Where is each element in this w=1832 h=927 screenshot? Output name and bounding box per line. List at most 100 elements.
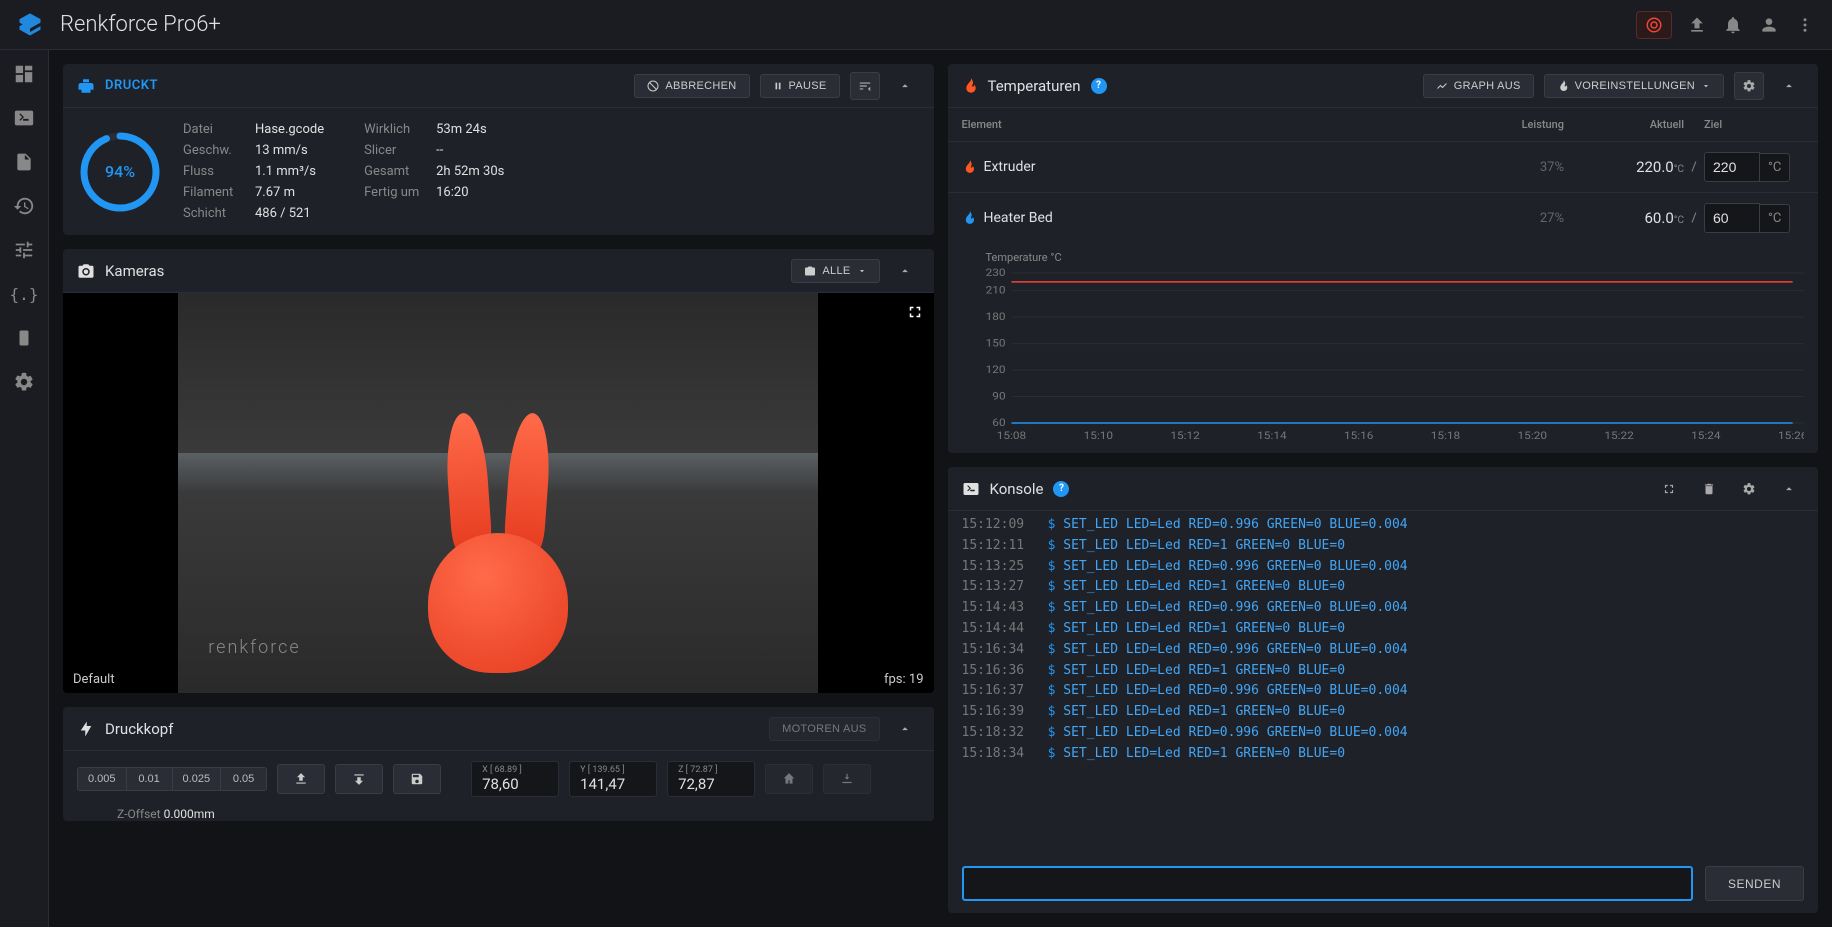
motors-off-button[interactable]: MOTOREN AUS [769, 717, 879, 741]
console-line: 15:14:44 $ SET_LED LED=Led RED=1 GREEN=0… [962, 619, 1805, 640]
nav-history-icon[interactable] [12, 194, 36, 218]
send-button[interactable]: SENDEN [1705, 866, 1804, 901]
nav-tune-icon[interactable] [12, 238, 36, 262]
console-line: 15:12:09 $ SET_LED LED=Led RED=0.996 GRE… [962, 515, 1805, 536]
temp-row: Extruder 37% 220.0°C / °C [948, 141, 1819, 192]
content: DRUCKT ABBRECHEN PAUSE 94% [49, 50, 1832, 927]
collapse-icon[interactable] [890, 72, 920, 100]
svg-text:15:22: 15:22 [1604, 430, 1633, 442]
step-0005[interactable]: 0.005 [77, 767, 127, 791]
console-fullscreen-icon[interactable] [1654, 475, 1684, 503]
reprint-icon[interactable] [850, 72, 880, 100]
nav-settings-icon[interactable] [12, 370, 36, 394]
camera-view[interactable]: renkforce Defaultfps: 19 [63, 293, 934, 693]
user-icon[interactable] [1758, 14, 1780, 36]
nav-system-icon[interactable] [12, 326, 36, 350]
print-slicer: -- [436, 143, 443, 158]
console-line: 15:16:37 $ SET_LED LED=Led RED=0.996 GRE… [962, 681, 1805, 702]
notifications-icon[interactable] [1722, 14, 1744, 36]
z-coord: Z [ 72.87 ]72,87 [667, 761, 755, 797]
svg-text:15:16: 15:16 [1343, 430, 1372, 442]
temp-target: °C [1704, 203, 1804, 233]
y-coord: Y [ 139.65 ]141,47 [569, 761, 657, 797]
menu-icon[interactable] [1794, 14, 1816, 36]
svg-text:210: 210 [985, 285, 1005, 297]
svg-text:60: 60 [992, 417, 1005, 429]
print-speed: 13 mm/s [255, 143, 308, 158]
print-eta: 16:20 [436, 185, 468, 200]
graph-toggle-button[interactable]: GRAPH AUS [1423, 74, 1534, 98]
toolhead-title: Druckkopf [105, 720, 173, 738]
app-logo-icon [16, 11, 44, 39]
console-line: 15:18:34 $ SET_LED LED=Led RED=1 GREEN=0… [962, 744, 1805, 765]
pause-button[interactable]: PAUSE [760, 74, 840, 98]
svg-text:90: 90 [992, 390, 1005, 402]
console-line: 15:13:25 $ SET_LED LED=Led RED=0.996 GRE… [962, 557, 1805, 578]
console-line: 15:13:27 $ SET_LED LED=Led RED=1 GREEN=0… [962, 577, 1805, 598]
camera-collapse-icon[interactable] [890, 257, 920, 285]
nav-config-icon[interactable]: {.} [12, 282, 36, 306]
presets-button[interactable]: VOREINSTELLUNGEN [1544, 74, 1724, 98]
toolhead-panel: Druckkopf MOTOREN AUS 0.005 0.01 0.025 0… [63, 707, 934, 821]
temp-power: 27% [1464, 211, 1564, 226]
console-help-icon[interactable]: ? [1053, 481, 1069, 497]
camera-all-button[interactable]: ALLE [791, 259, 879, 283]
home-xy-button[interactable] [765, 764, 813, 794]
console-input[interactable] [962, 866, 1693, 901]
temp-collapse-icon[interactable] [1774, 72, 1804, 100]
temp-settings-icon[interactable] [1734, 72, 1764, 100]
console-line: 15:16:36 $ SET_LED LED=Led RED=1 GREEN=0… [962, 661, 1805, 682]
step-0025[interactable]: 0.025 [173, 767, 222, 791]
upload-icon[interactable] [1686, 14, 1708, 36]
temp-target: °C [1704, 152, 1804, 182]
camera-icon [77, 262, 95, 280]
temp-target-input[interactable] [1704, 203, 1760, 233]
emergency-stop-button[interactable] [1636, 11, 1672, 39]
z-save-button[interactable] [393, 764, 441, 794]
home-z-button[interactable] [823, 764, 871, 794]
console-icon [962, 480, 980, 498]
console-line: 15:16:34 $ SET_LED LED=Led RED=0.996 GRE… [962, 640, 1805, 661]
fire-icon [962, 78, 978, 94]
camera-title: Kameras [105, 262, 164, 280]
z-step-group: 0.005 0.01 0.025 0.05 [77, 767, 267, 791]
step-001[interactable]: 0.01 [127, 767, 173, 791]
flame-icon [962, 160, 976, 174]
printer-name: Renkforce Pro6+ [60, 12, 1636, 37]
print-status-panel: DRUCKT ABBRECHEN PAUSE 94% [63, 64, 934, 235]
help-icon[interactable]: ? [1091, 78, 1107, 94]
toolhead-collapse-icon[interactable] [890, 715, 920, 743]
svg-text:15:26: 15:26 [1777, 430, 1804, 442]
camera-brand: renkforce [208, 637, 300, 658]
topbar: Renkforce Pro6+ [0, 0, 1832, 50]
fullscreen-icon[interactable] [906, 303, 924, 321]
z-down-button[interactable] [335, 764, 383, 794]
console-line: 15:14:43 $ SET_LED LED=Led RED=0.996 GRE… [962, 598, 1805, 619]
topbar-actions [1636, 11, 1816, 39]
print-total: 2h 52m 30s [436, 164, 504, 179]
console-clear-icon[interactable] [1694, 475, 1724, 503]
svg-text:120: 120 [985, 364, 1005, 376]
svg-text:15:20: 15:20 [1517, 430, 1546, 442]
left-column: DRUCKT ABBRECHEN PAUSE 94% [63, 64, 934, 913]
sidebar: {.} [0, 50, 49, 927]
abort-button[interactable]: ABBRECHEN [634, 74, 749, 98]
print-panel-header: DRUCKT ABBRECHEN PAUSE [63, 64, 934, 108]
nav-console-icon[interactable] [12, 106, 36, 130]
print-elapsed: 53m 24s [436, 122, 487, 137]
nav-files-icon[interactable] [12, 150, 36, 174]
temp-actual: 220.0°C [1564, 158, 1684, 176]
svg-text:15:18: 15:18 [1430, 430, 1459, 442]
temp-actual: 60.0°C [1564, 209, 1684, 227]
temp-target-input[interactable] [1704, 152, 1760, 182]
console-output[interactable]: 15:12:09 $ SET_LED LED=Led RED=0.996 GRE… [948, 511, 1819, 854]
console-line: 15:16:39 $ SET_LED LED=Led RED=1 GREEN=0… [962, 702, 1805, 723]
camera-fps: fps: 19 [884, 672, 924, 687]
svg-text:15:14: 15:14 [1257, 430, 1286, 442]
console-collapse-icon[interactable] [1774, 475, 1804, 503]
console-settings-icon[interactable] [1734, 475, 1764, 503]
z-up-button[interactable] [277, 764, 325, 794]
step-005[interactable]: 0.05 [221, 767, 267, 791]
flame-icon [962, 211, 976, 225]
nav-dashboard-icon[interactable] [12, 62, 36, 86]
